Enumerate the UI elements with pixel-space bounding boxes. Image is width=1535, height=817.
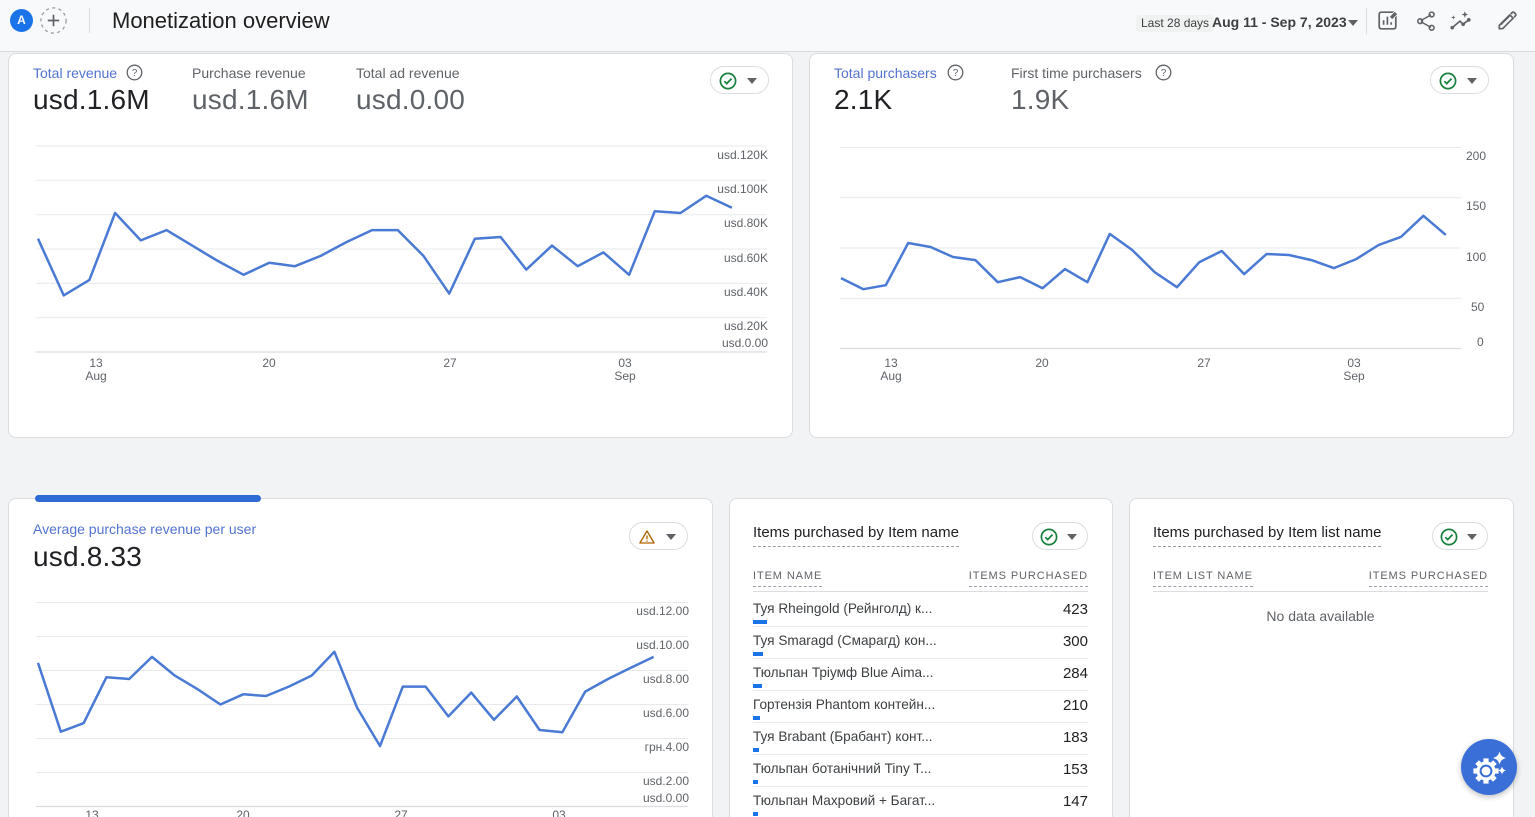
svg-text:?: ?: [1161, 68, 1167, 79]
svg-text:?: ?: [132, 68, 138, 79]
svg-text:?: ?: [953, 68, 959, 79]
